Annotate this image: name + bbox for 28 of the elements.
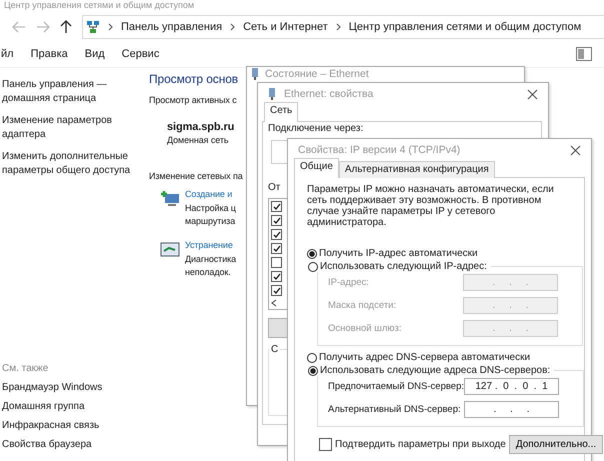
field-label: Предпочитаемый DNS-сервер: — [328, 381, 464, 392]
task-description: Диагностика — [185, 253, 236, 266]
see-also-heading: См. также — [2, 363, 50, 374]
task-description: неполадок. — [185, 266, 231, 279]
components-label: От — [268, 182, 280, 195]
description-text: Параметры IP можно назначать автоматически, если сеть поддерживает эту возможность. В противном случае узнайте параметры IP у сетевого администратора. — [307, 184, 555, 228]
dialog-title: Свойства: IP версии 4 (TCP/IPv4) — [298, 144, 460, 156]
network-type: Доменная сеть — [167, 135, 228, 145]
field-label: Маска подсети: — [328, 300, 396, 311]
dialog-title: Ethernet: свойства — [284, 88, 374, 100]
checkbox-label: Подтвердить параметры при выходе — [335, 439, 506, 450]
connect-label: Подключение через: — [268, 123, 364, 136]
radio-label: Получить IP-адрес автоматически — [319, 248, 478, 259]
radio-label: Использовать следующие адреса DNS-серверов: — [320, 365, 550, 376]
group-label: С — [270, 344, 280, 355]
field-label: Основной шлюз: — [328, 323, 402, 334]
field-label: Альтернативный DNS-сервер: — [328, 404, 461, 415]
radio-label: Получить адрес DNS-сервера автоматически — [319, 352, 530, 363]
task-description: Настройка ц — [185, 202, 236, 215]
task-description: маршрутиза — [185, 215, 236, 228]
dialog-title: Состояние – Ethernet — [265, 68, 369, 80]
network-name: sigma.spb.ru — [167, 121, 234, 133]
section-label: Изменение сетевых па — [149, 171, 243, 181]
page-heading: Просмотр основ — [149, 72, 238, 86]
section-label: Просмотр активных с — [149, 95, 237, 105]
field-label: IP-адрес: — [328, 277, 369, 288]
radio-label: Использовать следующий IP-адрес: — [320, 261, 487, 272]
window-title: Центр управления сетями и общим доступом — [4, 0, 196, 11]
